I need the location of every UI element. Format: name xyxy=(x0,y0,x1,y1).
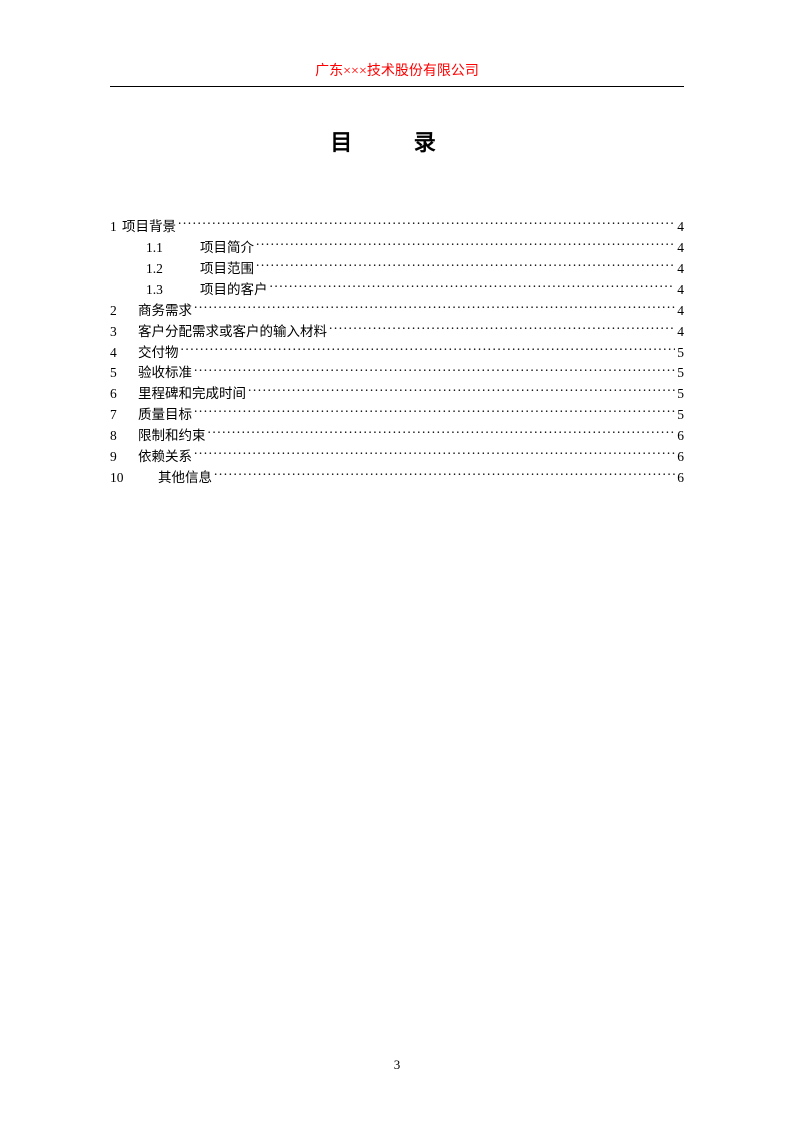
toc-entry-label: 项目背景 xyxy=(122,217,176,238)
toc-entry-label: 质量目标 xyxy=(138,405,192,426)
toc-entry: 10其他信息 6 xyxy=(110,468,684,489)
toc-leader-dots xyxy=(256,259,675,273)
toc-leader-dots xyxy=(270,280,676,294)
toc-entry: 4交付物 5 xyxy=(110,343,684,364)
toc-leader-dots xyxy=(214,469,675,483)
toc-leader-dots xyxy=(178,218,675,232)
toc-entry-label: 限制和约束 xyxy=(138,426,206,447)
toc-entry: 1.2项目范围 4 xyxy=(110,259,684,280)
toc-entry-number: 3 xyxy=(110,322,138,343)
toc-entry: 1.3项目的客户 4 xyxy=(110,280,684,301)
toc-entry-number: 1.1 xyxy=(146,238,200,259)
toc-entry-label: 项目简介 xyxy=(200,238,254,259)
toc-entry-page: 6 xyxy=(677,468,684,489)
toc-entry-label: 项目范围 xyxy=(200,259,254,280)
toc-entry-page: 4 xyxy=(677,259,684,280)
toc-entry-page: 4 xyxy=(677,322,684,343)
toc-entry-label: 验收标准 xyxy=(138,363,192,384)
toc-entry-number: 2 xyxy=(110,301,138,322)
toc-entry: 7质量目标 5 xyxy=(110,405,684,426)
toc-entry-page: 5 xyxy=(677,384,684,405)
page-number: 3 xyxy=(0,1057,794,1073)
toc-leader-dots xyxy=(194,406,675,420)
toc-leader-dots xyxy=(256,238,675,252)
toc-entry-label: 依赖关系 xyxy=(138,447,192,468)
toc-entry-page: 5 xyxy=(677,405,684,426)
toc-entry: 6里程碑和完成时间 5 xyxy=(110,384,684,405)
toc-entry-number: 6 xyxy=(110,384,138,405)
toc-entry: 9依赖关系 6 xyxy=(110,447,684,468)
toc-leader-dots xyxy=(181,343,676,357)
toc-entry: 5验收标准5 xyxy=(110,363,684,384)
toc-entry-label: 里程碑和完成时间 xyxy=(138,384,246,405)
toc-entry-label: 项目的客户 xyxy=(200,280,268,301)
toc-entry-page: 4 xyxy=(677,280,684,301)
toc-entry-page: 4 xyxy=(677,238,684,259)
toc-entry-number: 10 xyxy=(110,468,158,489)
toc-entry: 2商务需求 4 xyxy=(110,301,684,322)
toc-entry-page: 4 xyxy=(677,217,684,238)
toc-title: 目 录 xyxy=(110,125,684,157)
toc-entry-number: 9 xyxy=(110,447,138,468)
toc-entry-number: 8 xyxy=(110,426,138,447)
toc-leader-dots xyxy=(208,427,676,441)
toc-entry-page: 6 xyxy=(677,426,684,447)
toc-entry-page: 5 xyxy=(677,343,684,364)
toc-entry-number: 4 xyxy=(110,343,138,364)
toc-leader-dots xyxy=(329,322,675,336)
toc-entry-page: 6 xyxy=(677,447,684,468)
toc-entry-number: 1.2 xyxy=(146,259,200,280)
toc-leader-dots xyxy=(194,448,675,462)
toc-container: 1项目背景41.1项目简介41.2项目范围41.3项目的客户42商务需求43客户… xyxy=(110,217,684,489)
toc-entry: 1项目背景 4 xyxy=(110,217,684,238)
toc-entry-number: 1 xyxy=(110,217,122,238)
toc-entry-page: 4 xyxy=(677,301,684,322)
toc-entry: 8限制和约束 6 xyxy=(110,426,684,447)
toc-entry: 3客户分配需求或客户的输入材料 4 xyxy=(110,322,684,343)
toc-entry: 1.1项目简介 4 xyxy=(110,238,684,259)
toc-entry-number: 7 xyxy=(110,405,138,426)
toc-entry-label: 商务需求 xyxy=(138,301,192,322)
toc-entry-page: 5 xyxy=(677,363,684,384)
toc-leader-dots xyxy=(194,301,675,315)
toc-leader-dots xyxy=(248,385,675,399)
toc-entry-number: 5 xyxy=(110,363,138,384)
company-header: 广东×××技术股份有限公司 xyxy=(110,60,684,87)
toc-entry-number: 1.3 xyxy=(146,280,200,301)
toc-entry-label: 客户分配需求或客户的输入材料 xyxy=(138,322,327,343)
toc-entry-label: 交付物 xyxy=(138,343,179,364)
toc-leader-dots xyxy=(194,364,675,378)
toc-entry-label: 其他信息 xyxy=(158,468,212,489)
